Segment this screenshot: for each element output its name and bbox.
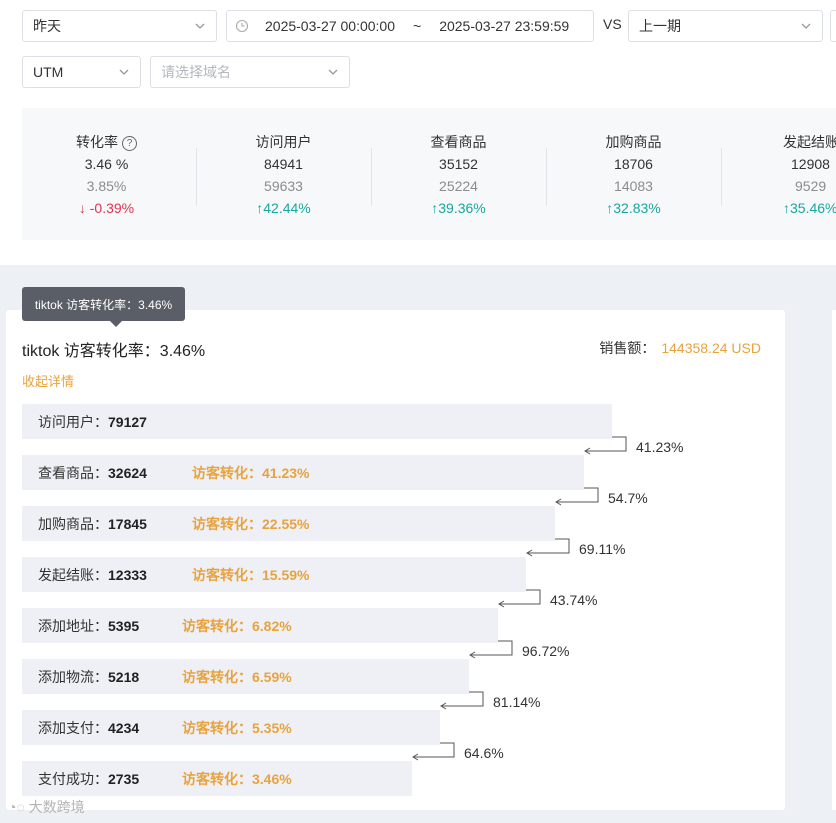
compare-value: 上一期 — [639, 18, 681, 34]
date-separator: ~ — [413, 18, 422, 34]
utm-value: UTM — [33, 64, 64, 80]
funnel-step-rate: 43.74% — [550, 592, 598, 608]
funnel-step-rate: 41.23% — [636, 439, 684, 455]
metric-previous: 3.85% — [86, 178, 127, 194]
sales-value: 144358.24 USD — [661, 340, 761, 356]
funnel-step-rate: 69.11% — [579, 541, 626, 557]
divider — [721, 148, 722, 206]
funnel-step-value: 4234 — [108, 719, 140, 736]
funnel-step-conversion: 访客转化：6.82% — [182, 617, 292, 634]
sales-label: 销售额： — [599, 340, 656, 356]
metric-change: ↑35.46% — [783, 200, 836, 216]
funnel-step-value: 32624 — [108, 464, 147, 481]
metrics-summary: 转化率? 3.46 % 3.85% ↓ -0.39% 访问用户 84941 59… — [22, 108, 836, 240]
date-preset-value: 昨天 — [33, 18, 61, 34]
chevron-down-icon — [195, 23, 205, 29]
funnel-step-conversion: 访客转化：5.35% — [182, 719, 292, 736]
chevron-down-icon — [119, 69, 129, 75]
funnel-step-value: 5395 — [108, 617, 140, 634]
funnel-step-label: 支付成功： — [38, 770, 108, 787]
funnel-step-label: 添加物流： — [38, 668, 108, 685]
chevron-down-icon — [328, 69, 338, 75]
funnel-step-value: 12333 — [108, 566, 147, 583]
metric-change: ↑39.36% — [431, 200, 486, 216]
metric-current: 3.46 % — [84, 156, 129, 172]
funnel-title: tiktok 访客转化率：3.46% — [22, 343, 206, 360]
side-card — [832, 310, 836, 810]
funnel-step-label: 访问用户： — [38, 413, 108, 430]
metric-label: 加购商品 — [605, 134, 662, 150]
metric-change: ↑42.44% — [256, 200, 311, 216]
brand-logo: ◔◌ 大数跨境 — [8, 797, 85, 817]
date-range-picker[interactable]: 2025-03-27 00:00:00 ~ 2025-03-27 23:59:5… — [226, 10, 594, 42]
funnel-step-value: 79127 — [108, 413, 147, 430]
brand-icon: ◔◌ — [8, 799, 25, 815]
funnel-step-bar: 访问用户： 79127 — [22, 404, 612, 439]
funnel-step-bar: 添加物流： 5218 访客转化：6.59% — [22, 659, 469, 694]
date-preset-select[interactable]: 昨天 — [22, 10, 217, 42]
funnel-step-conversion: 访客转化：22.55% — [192, 515, 310, 532]
date-end: 2025-03-27 23:59:59 — [439, 18, 570, 34]
funnel-step-value: 5218 — [108, 668, 140, 685]
date-start: 2025-03-27 00:00:00 — [265, 18, 395, 34]
funnel-step-bar: 支付成功： 2735 访客转化：3.46% — [22, 761, 412, 796]
domain-placeholder: 请选择域名 — [161, 64, 231, 80]
funnel-step-rate: 54.7% — [608, 490, 648, 506]
funnel-step-value: 17845 — [108, 515, 147, 532]
funnel-step-conversion: 访客转化：41.23% — [192, 464, 310, 481]
funnel-step-conversion: 访客转化：3.46% — [182, 770, 292, 787]
metric-current: 18706 — [614, 156, 653, 172]
funnel-tooltip: tiktok 访客转化率：3.46% — [22, 287, 185, 327]
collapse-details-link[interactable]: 收起详情 — [22, 371, 74, 390]
arrow-down-icon: ↓ — [78, 200, 86, 216]
clock-icon — [235, 19, 249, 33]
vs-label: VS — [603, 16, 622, 32]
metric-label: 发起结账 — [783, 134, 836, 150]
help-icon[interactable]: ? — [122, 136, 137, 151]
funnel-step-label: 添加地址： — [38, 617, 108, 634]
funnel-step-rate: 81.14% — [493, 694, 541, 710]
compare-select[interactable]: 上一期 — [628, 10, 823, 42]
metric-label: 查看商品 — [430, 134, 487, 150]
metric-change: ↓ -0.39% — [78, 200, 135, 216]
funnel-step-rate: 96.72% — [522, 643, 570, 659]
funnel-step-label: 加购商品： — [38, 515, 108, 532]
brand-name: 大数跨境 — [28, 799, 85, 815]
funnel-step-bar: 发起结账： 12333 访客转化：15.59% — [22, 557, 526, 592]
metric-previous: 9529 — [795, 178, 827, 194]
funnel-step-rate: 64.6% — [464, 745, 504, 761]
extra-select[interactable] — [830, 10, 836, 42]
funnel-step-conversion: 访客转化：6.59% — [182, 668, 292, 685]
funnel-step-bar: 查看商品： 32624 访客转化：41.23% — [22, 455, 584, 490]
metric-change: ↑32.83% — [606, 200, 661, 216]
arrow-up-icon: ↑ — [783, 200, 790, 216]
metric-previous: 25224 — [439, 178, 478, 194]
metric-current: 84941 — [264, 156, 303, 172]
funnel-step-label: 添加支付： — [38, 719, 108, 736]
domain-select[interactable]: 请选择域名 — [150, 56, 350, 88]
metric-current: 12908 — [791, 156, 830, 172]
metric-label: 访问用户 — [255, 134, 312, 150]
funnel-step-conversion: 访客转化：15.59% — [192, 566, 310, 583]
metric-label: 转化率 — [76, 134, 118, 150]
funnel-step-label: 查看商品： — [38, 464, 108, 481]
sales-summary: 销售额： 144358.24 USD — [599, 338, 761, 358]
utm-select[interactable]: UTM — [22, 56, 141, 88]
funnel-step-label: 发起结账： — [38, 566, 108, 583]
funnel-step-bar: 加购商品： 17845 访客转化：22.55% — [22, 506, 555, 541]
metric-current: 35152 — [439, 156, 478, 172]
metric-previous: 14083 — [614, 178, 653, 194]
chevron-down-icon — [801, 23, 811, 29]
metric-previous: 59633 — [264, 178, 303, 194]
funnel-step-value: 2735 — [108, 770, 140, 787]
funnel-step-bar: 添加支付： 4234 访客转化：5.35% — [22, 710, 440, 745]
funnel-step-bar: 添加地址： 5395 访客转化：6.82% — [22, 608, 498, 643]
